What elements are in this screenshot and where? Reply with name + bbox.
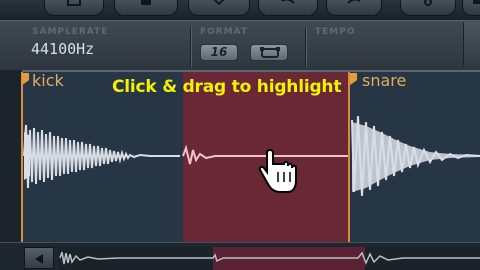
- toolbar: [0, 0, 480, 20]
- divider: [190, 27, 191, 67]
- stereo-icon: [260, 47, 280, 58]
- settings-button[interactable]: [462, 0, 480, 16]
- save-button[interactable]: [114, 0, 178, 16]
- scroll-left-button[interactable]: [24, 247, 54, 269]
- slice-marker-snare[interactable]: [348, 72, 350, 242]
- bit-depth-badge[interactable]: 16: [200, 44, 238, 61]
- undo-button[interactable]: [258, 0, 318, 16]
- overview-waveform: [59, 251, 480, 265]
- kick-attack: [24, 132, 30, 180]
- zoom-icon: [424, 0, 432, 6]
- snare-body: [352, 122, 480, 192]
- format-label: FORMAT: [200, 27, 249, 37]
- slice-label-snare: snare: [362, 71, 407, 90]
- divider: [305, 27, 306, 67]
- zoom-button[interactable]: [400, 0, 456, 16]
- undo-icon: [281, 0, 295, 4]
- redo-icon: [347, 0, 361, 4]
- tempo-label: TEMPO: [315, 27, 356, 37]
- file-button[interactable]: [44, 0, 104, 16]
- file-icon: [67, 0, 81, 6]
- slice-marker-kick[interactable]: [21, 72, 23, 242]
- cut-icon: [213, 0, 225, 6]
- highlight-hint: Click & drag to highlight: [112, 77, 342, 97]
- redo-button[interactable]: [326, 0, 382, 16]
- samplerate-value: 44100Hz: [31, 40, 95, 58]
- samplerate-label: SAMPLERATE: [32, 27, 109, 37]
- toolbar-scroll-button[interactable]: [463, 22, 480, 66]
- save-icon: [141, 0, 151, 5]
- hand-cursor-icon: [258, 148, 297, 193]
- kick-waveform: [23, 124, 180, 189]
- slice-label-kick: kick: [32, 71, 64, 90]
- settings-icon: [473, 0, 480, 4]
- channels-badge[interactable]: [250, 44, 288, 61]
- cut-button[interactable]: [188, 0, 250, 16]
